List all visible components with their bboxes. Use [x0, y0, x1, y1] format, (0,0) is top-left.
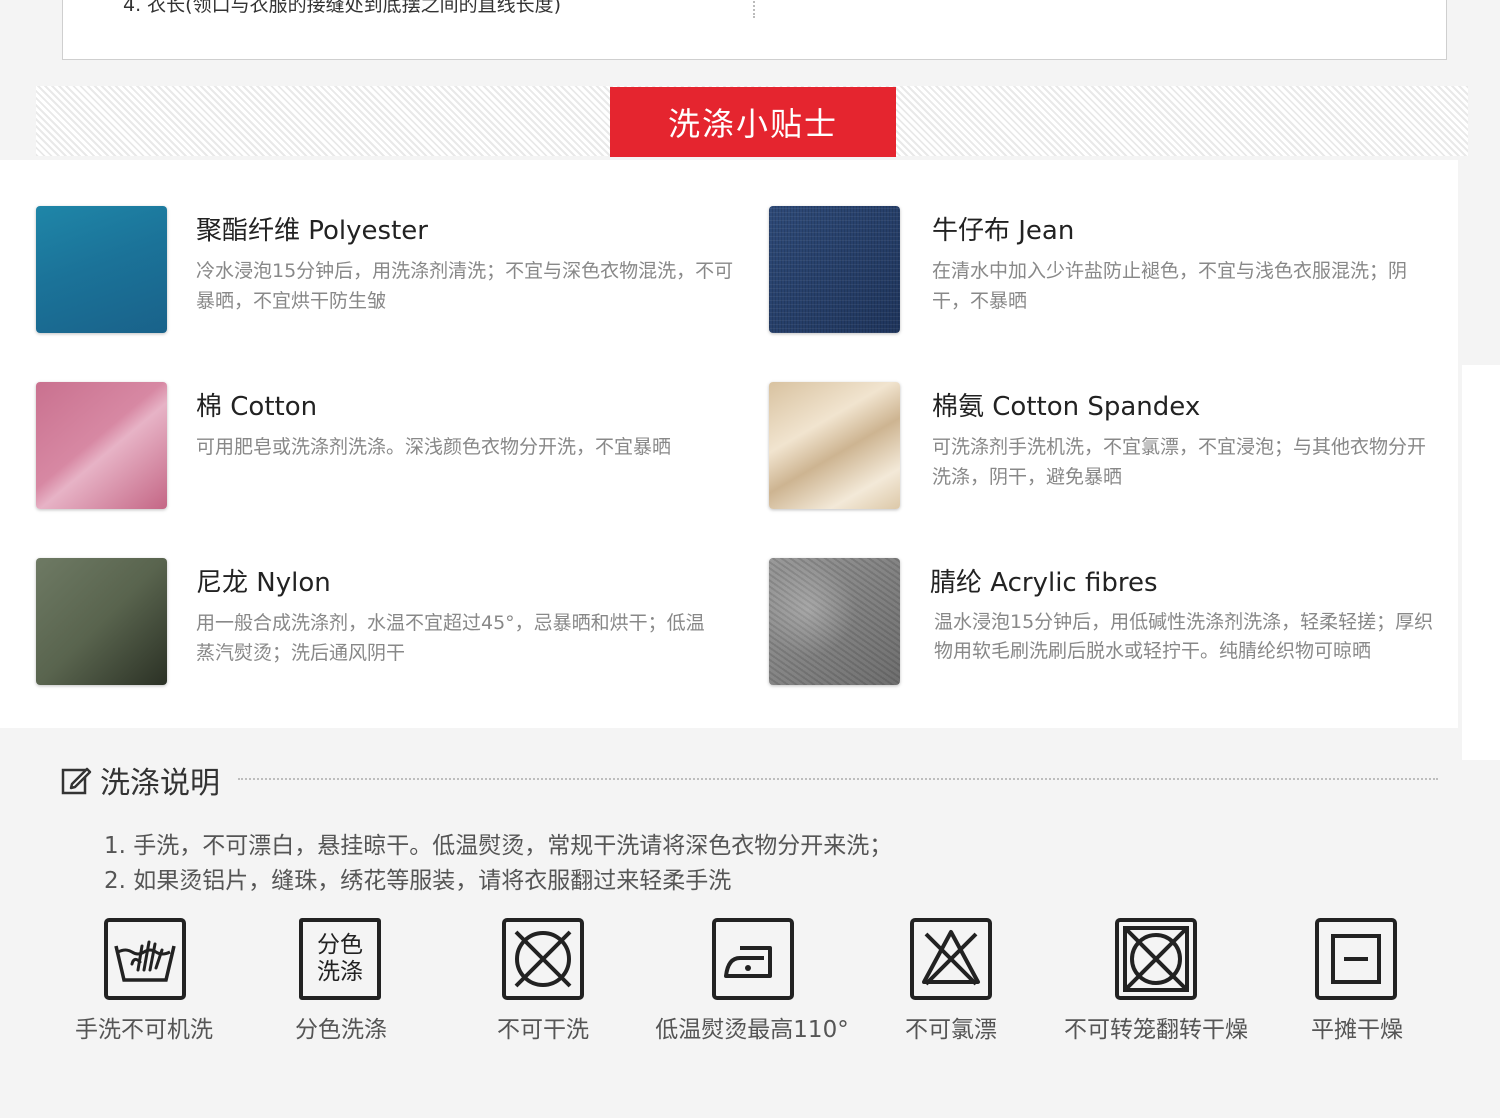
fabric-item-cotton: 棉 Cotton 可用肥皂或洗涤剂洗涤。深浅颜色衣物分开洗，不宜暴晒 — [36, 382, 756, 522]
fabric-description: 可用肥皂或洗涤剂洗涤。深浅颜色衣物分开洗，不宜暴晒 — [196, 436, 672, 458]
fabric-description: 在清水中加入少许盐防止褪色，不宜与浅色衣服混洗；阴干，不暴晒 — [932, 260, 1408, 312]
instructions-header: 洗涤说明 — [60, 762, 220, 801]
fabric-title: 腈纶 Acrylic fibres — [930, 568, 1158, 598]
fabric-title: 尼龙 Nylon — [196, 568, 331, 598]
fabric-title: 牛仔布 Jean — [932, 216, 1075, 246]
cotton-spandex-swatch — [769, 382, 900, 509]
icon-text: 洗涤 — [317, 959, 363, 985]
fabric-item-jean: 牛仔布 Jean 在清水中加入少许盐防止褪色，不宜与浅色衣服混洗；阴干，不暴晒 — [769, 206, 1489, 346]
fabric-item-cotton-spandex: 棉氨 Cotton Spandex 可洗涤剂手洗机洗，不宜氯漂，不宜浸泡；与其他… — [769, 382, 1489, 522]
hand-wash-icon — [104, 918, 186, 1000]
instruction-line: 2. 如果烫铝片，缝珠，绣花等服装，请将衣服翻过来轻柔手洗 — [104, 868, 732, 894]
fabric-description: 用一般合成洗涤剂，水温不宜超过45°，忌暴晒和烘干；低温蒸汽熨烫；洗后通风阴干 — [196, 612, 705, 664]
symbol-label: 平摊干燥 — [1311, 1017, 1403, 1043]
fabric-description: 温水浸泡15分钟后，用低碱性洗涤剂洗涤，轻柔轻搓；厚织物用软毛刷洗刷后脱水或轻拧… — [934, 611, 1434, 662]
jean-swatch — [769, 206, 900, 333]
fabric-item-nylon: 尼龙 Nylon 用一般合成洗涤剂，水温不宜超过45°，忌暴晒和烘干；低温蒸汽熨… — [36, 558, 756, 698]
dotted-divider — [753, 0, 755, 18]
fabric-item-polyester: 聚酯纤维 Polyester 冷水浸泡15分钟后，用洗涤剂清洗；不宜与深色衣物混… — [36, 206, 756, 346]
size-notes-box: 4. 衣长(领口与衣服的接缝处到底摆之间的直线长度) — [62, 0, 1447, 60]
symbol-label: 不可干洗 — [497, 1017, 589, 1043]
fabric-title: 棉 Cotton — [196, 392, 318, 422]
separate-wash-icon: 分色 洗涤 — [299, 918, 381, 1000]
section-title: 洗涤小贴士 — [610, 87, 896, 157]
symbol-label: 不可氯漂 — [905, 1017, 997, 1043]
symbol-label: 低温熨烫最高110° — [655, 1017, 849, 1043]
acrylic-swatch — [769, 558, 900, 685]
no-dry-clean-icon — [502, 918, 584, 1000]
fabric-description: 冷水浸泡15分钟后，用洗涤剂清洗；不宜与深色衣物混洗，不可暴晒，不宜烘干防生皱 — [196, 260, 734, 312]
iron-low-icon — [712, 918, 794, 1000]
cotton-swatch — [36, 382, 167, 509]
symbol-label: 不可转笼翻转干燥 — [1064, 1017, 1248, 1043]
polyester-swatch — [36, 206, 167, 333]
symbol-label: 分色洗涤 — [295, 1017, 387, 1043]
size-note-item: 4. 衣长(领口与衣服的接缝处到底摆之间的直线长度) — [123, 0, 561, 16]
flat-dry-icon — [1315, 918, 1397, 1000]
instructions-title: 洗涤说明 — [100, 766, 220, 801]
icon-text: 分色 — [317, 932, 363, 958]
fabric-item-acrylic: 腈纶 Acrylic fibres 温水浸泡15分钟后，用低碱性洗涤剂洗涤，轻柔… — [769, 558, 1489, 698]
edit-icon — [61, 767, 92, 795]
no-bleach-icon — [910, 918, 992, 1000]
dotted-divider — [238, 778, 1438, 780]
fabric-description: 可洗涤剂手洗机洗，不宜氯漂，不宜浸泡；与其他衣物分开洗涤，阴干，避免暴晒 — [932, 436, 1427, 488]
no-tumble-dry-icon — [1115, 918, 1197, 1000]
fabric-title: 聚酯纤维 Polyester — [196, 216, 428, 246]
instruction-line: 1. 手洗，不可漂白，悬挂晾干。低温熨烫，常规干洗请将深色衣物分开来洗； — [104, 833, 893, 859]
symbol-label: 手洗不可机洗 — [75, 1017, 213, 1043]
nylon-swatch — [36, 558, 167, 685]
fabric-title: 棉氨 Cotton Spandex — [932, 392, 1201, 422]
